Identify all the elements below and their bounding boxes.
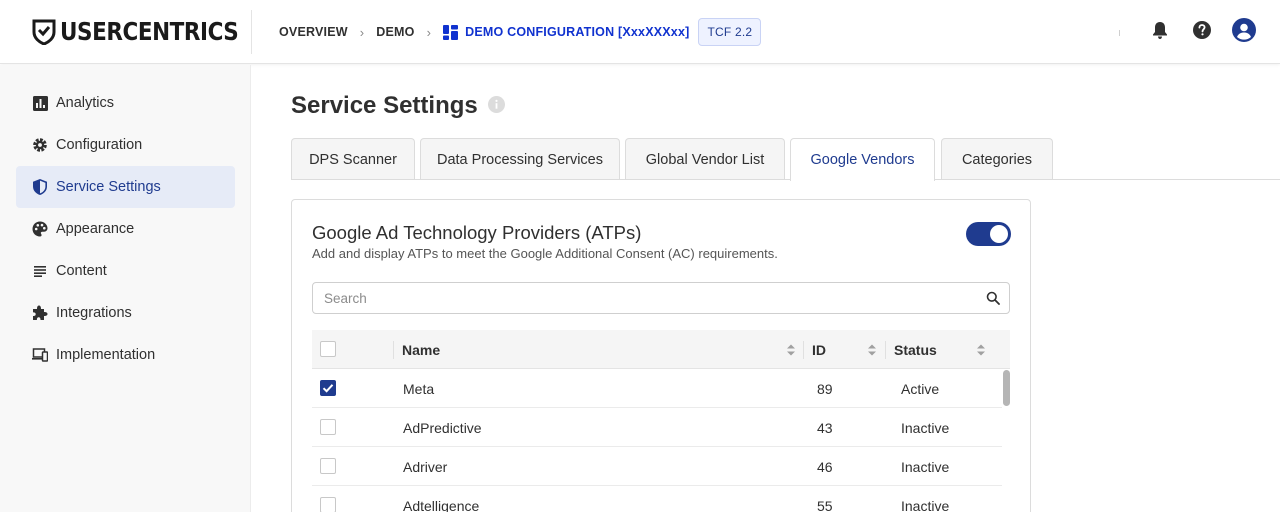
row-id: 89 <box>817 380 833 397</box>
row-status: Inactive <box>901 419 950 436</box>
table-row[interactable]: Adriver 46 Inactive <box>312 447 1002 486</box>
scrollbar-thumb[interactable] <box>1003 370 1010 406</box>
header-separator <box>1119 30 1120 36</box>
puzzle-icon <box>32 305 48 321</box>
sort-status-icon[interactable] <box>975 342 987 358</box>
tab-google-vendors[interactable]: Google Vendors <box>790 138 935 181</box>
row-status: Active <box>901 380 940 397</box>
column-header-status[interactable]: Status <box>894 330 937 369</box>
brand-logo[interactable]: USERCENTRICS <box>32 18 267 46</box>
page-title-wrapper: Service Settings <box>291 92 505 120</box>
page-title: Service Settings <box>291 92 478 119</box>
account-icon[interactable] <box>1232 18 1256 42</box>
card-subtitle: Add and display ATPs to meet the Google … <box>312 246 778 261</box>
sidebar-item-label: Configuration <box>56 137 143 153</box>
tab-categories[interactable]: Categories <box>941 138 1053 180</box>
column-separator <box>885 341 886 359</box>
row-checkbox[interactable] <box>320 497 336 512</box>
column-header-name[interactable]: Name <box>402 330 440 369</box>
row-name: Adtelligence <box>403 497 480 512</box>
top-header: USERCENTRICS OVERVIEW › DEMO › DEMO CONF… <box>0 0 1280 64</box>
table-scrollbar[interactable] <box>1003 369 1010 512</box>
breadcrumb-current[interactable]: DEMO CONFIGURATION [XxxXXXxx] <box>443 24 690 40</box>
tabs-divider <box>291 179 1280 180</box>
sidebar-item-label: Content <box>56 263 107 279</box>
sidebar-item-analytics[interactable]: Analytics <box>16 82 235 124</box>
sort-id-icon[interactable] <box>866 342 878 358</box>
google-atp-card: Google Ad Technology Providers (ATPs) Ad… <box>291 199 1031 512</box>
sidebar-item-configuration[interactable]: Configuration <box>16 124 235 166</box>
sidebar-item-label: Service Settings <box>56 179 161 195</box>
gear-icon <box>32 137 48 153</box>
select-all-checkbox[interactable] <box>320 341 336 357</box>
tcf-version-badge: TCF 2.2 <box>698 18 762 46</box>
table-row[interactable]: Adtelligence 55 Inactive <box>312 486 1002 512</box>
tab-data-processing-services[interactable]: Data Processing Services <box>420 138 620 180</box>
breadcrumb-chevron-icon: › <box>359 24 365 40</box>
row-id: 46 <box>817 458 833 475</box>
row-checkbox[interactable] <box>320 419 336 435</box>
table-row[interactable]: AdPredictive 43 Inactive <box>312 408 1002 447</box>
row-status: Inactive <box>901 458 950 475</box>
table-row[interactable]: Meta 89 Active <box>312 369 1002 408</box>
breadcrumb-chevron-icon: › <box>426 24 432 40</box>
row-name: AdPredictive <box>403 419 482 436</box>
sidebar-item-label: Integrations <box>56 305 132 321</box>
row-checkbox[interactable] <box>320 380 336 396</box>
row-id: 55 <box>817 497 833 512</box>
help-icon[interactable] <box>1190 18 1214 42</box>
sidebar-item-label: Implementation <box>56 347 156 363</box>
sidebar-item-service-settings[interactable]: Service Settings <box>16 166 235 208</box>
tab-dps-scanner[interactable]: DPS Scanner <box>291 138 415 180</box>
sidebar-item-label: Appearance <box>56 221 135 237</box>
breadcrumb-demo[interactable]: DEMO <box>376 25 414 39</box>
column-separator <box>393 341 394 359</box>
column-header-id[interactable]: ID <box>812 330 826 369</box>
tab-global-vendor-list[interactable]: Global Vendor List <box>625 138 785 180</box>
sidebar-item-content[interactable]: Content <box>16 250 235 292</box>
breadcrumb-current-label: DEMO CONFIGURATION [XxxXXXxx] <box>465 25 690 39</box>
sidebar-item-integrations[interactable]: Integrations <box>16 292 235 334</box>
shield-icon <box>32 179 48 195</box>
bell-icon[interactable] <box>1148 18 1172 42</box>
row-id: 43 <box>817 419 833 436</box>
analytics-icon <box>32 95 48 111</box>
row-name: Meta <box>403 380 435 397</box>
dashboard-icon <box>443 24 459 40</box>
logo-shield-icon <box>32 19 56 45</box>
info-icon[interactable] <box>487 92 505 120</box>
search-icon[interactable] <box>984 289 1002 307</box>
atp-enabled-toggle[interactable] <box>966 222 1011 246</box>
sidebar: Analytics Configuration Service Settings… <box>0 65 251 512</box>
lines-icon <box>32 263 48 279</box>
palette-icon <box>32 221 48 237</box>
sidebar-item-appearance[interactable]: Appearance <box>16 208 235 250</box>
row-name: Adriver <box>403 458 448 475</box>
checkmark-icon <box>322 384 334 393</box>
toggle-knob <box>990 225 1008 243</box>
sidebar-item-implementation[interactable]: Implementation <box>16 334 235 376</box>
header-divider <box>251 10 252 54</box>
row-checkbox[interactable] <box>320 458 336 474</box>
row-status: Inactive <box>901 497 950 512</box>
header-actions <box>1130 18 1256 42</box>
breadcrumb: OVERVIEW › DEMO › DEMO CONFIGURATION [Xx… <box>279 17 762 47</box>
column-separator <box>803 341 804 359</box>
sort-name-icon[interactable] <box>785 342 797 358</box>
card-title: Google Ad Technology Providers (ATPs) <box>312 222 642 243</box>
brand-name: USERCENTRICS <box>60 17 239 46</box>
devices-icon <box>32 347 48 363</box>
breadcrumb-overview[interactable]: OVERVIEW <box>279 25 348 39</box>
search-input[interactable] <box>312 282 1010 314</box>
sidebar-item-label: Analytics <box>56 95 115 111</box>
table-header: Name ID Status <box>312 330 1010 369</box>
